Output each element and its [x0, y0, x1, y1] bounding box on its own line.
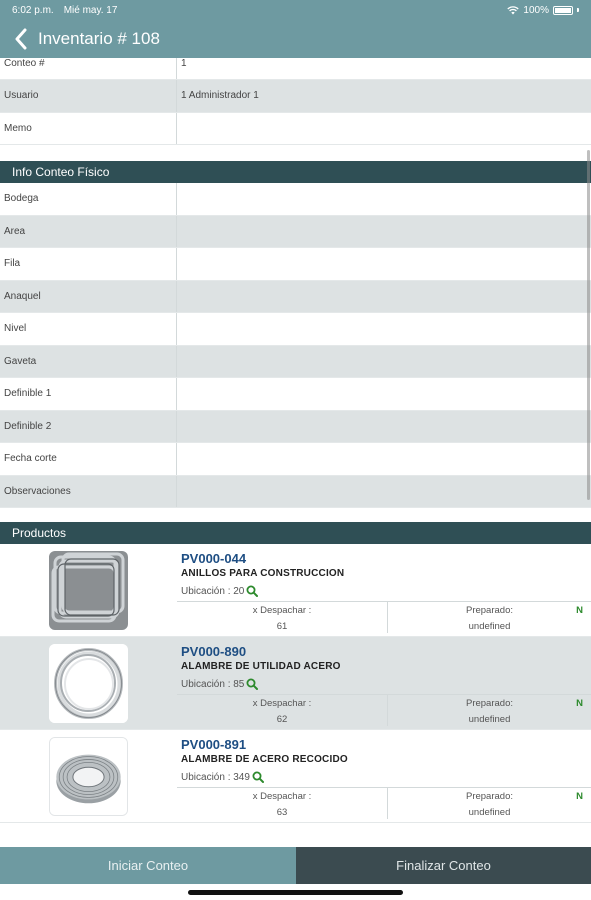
footer-actions: Iniciar Conteo Finalizar Conteo [0, 847, 591, 884]
field-value[interactable] [177, 113, 591, 145]
field-row-area[interactable]: Area [0, 215, 591, 248]
annealed-wire-roll-image [50, 737, 127, 815]
product-name: ALAMBRE DE ACERO RECOCIDO [181, 754, 348, 765]
product-location: Ubicación : 349 [181, 771, 250, 783]
field-row-memo[interactable]: Memo [0, 112, 591, 145]
form-content[interactable]: Conteo # 1 Usuario 1 Administrador 1 Mem… [0, 58, 591, 847]
product-code: PV000-891 [181, 737, 247, 752]
field-label: Area [0, 215, 177, 247]
product-image-rebar-rings [49, 550, 128, 630]
prepared-label: Preparado: [465, 791, 513, 802]
product-code: PV000-890 [181, 644, 247, 659]
chevron-left-icon [15, 28, 27, 50]
field-label: Definible 2 [0, 410, 177, 442]
field-label: Conteo # [0, 58, 177, 79]
status-flag: N [576, 605, 583, 616]
nav-bar: Inventario # 108 [0, 20, 591, 58]
search-icon[interactable] [246, 678, 259, 690]
product-location: Ubicación : 85 [181, 678, 245, 690]
field-label: Observaciones [0, 475, 177, 507]
field-value[interactable]: 1 [177, 58, 591, 79]
product-location: Ubicación : 20 [181, 585, 245, 597]
dispatch-label: x Despachar : [252, 698, 312, 709]
status-bar: 6:02 p.m. Mié may. 17 100% [0, 0, 591, 20]
prepared-value: undefined [468, 714, 511, 725]
product-image-annealed-wire-roll [49, 736, 128, 816]
dispatch-label: x Despachar : [252, 605, 312, 616]
product-row[interactable]: PV000-891 ALAMBRE DE ACERO RECOCIDO Ubic… [0, 730, 591, 823]
field-label: Fecha corte [0, 443, 177, 475]
start-count-button[interactable]: Iniciar Conteo [0, 847, 296, 884]
field-row-observaciones[interactable]: Observaciones [0, 475, 591, 508]
status-time: 6:02 p.m. [12, 4, 54, 16]
search-icon[interactable] [252, 771, 264, 783]
field-value[interactable] [177, 378, 591, 410]
status-flag: N [576, 791, 583, 802]
field-value[interactable] [177, 183, 591, 215]
dispatch-value: 61 [276, 621, 288, 632]
field-row-usuario[interactable]: Usuario 1 Administrador 1 [0, 80, 591, 113]
finish-count-button[interactable]: Finalizar Conteo [296, 847, 591, 884]
field-row-anaquel[interactable]: Anaquel [0, 280, 591, 313]
field-value[interactable] [177, 346, 591, 378]
field-value[interactable]: 1 Administrador 1 [177, 80, 591, 112]
product-code: PV000-044 [181, 551, 247, 566]
field-row-definible-2[interactable]: Definible 2 [0, 410, 591, 443]
back-button[interactable] [10, 26, 32, 52]
field-row-nivel[interactable]: Nivel [0, 313, 591, 346]
prepared-value: undefined [468, 807, 511, 818]
prepared-value: undefined [468, 621, 511, 632]
section-header-info: Info Conteo Físico [0, 161, 591, 183]
status-date: Mié may. 17 [63, 4, 118, 16]
status-flag: N [576, 698, 583, 709]
field-label: Gaveta [0, 345, 177, 377]
prepared-label: Preparado: [465, 698, 513, 709]
field-row-definible-1[interactable]: Definible 1 [0, 378, 591, 411]
wifi-icon [507, 5, 520, 14]
home-indicator[interactable] [188, 890, 403, 895]
field-label: Definible 1 [0, 378, 177, 410]
dispatch-label: x Despachar : [252, 791, 312, 802]
field-value[interactable] [177, 313, 591, 345]
dispatch-value: 62 [276, 714, 288, 725]
page-title: Inventario # 108 [38, 29, 160, 48]
field-value[interactable] [177, 248, 591, 280]
field-value[interactable] [177, 411, 591, 443]
wire-coil-image [49, 643, 128, 723]
field-row-conteo[interactable]: Conteo # 1 [0, 58, 591, 80]
field-value[interactable] [177, 281, 591, 313]
battery-percent: 100% [523, 4, 549, 16]
field-row-fila[interactable]: Fila [0, 248, 591, 281]
product-image-wire-coil [49, 643, 128, 723]
product-name: ALAMBRE DE UTILIDAD ACERO [181, 661, 341, 672]
field-label: Usuario [0, 80, 177, 112]
dispatch-value: 63 [276, 807, 288, 818]
field-label: Nivel [0, 313, 177, 345]
field-row-fecha-corte[interactable]: Fecha corte [0, 443, 591, 476]
field-label: Fila [0, 248, 177, 280]
product-row[interactable]: PV000-044 ANILLOS PARA CONSTRUCCION Ubic… [0, 544, 591, 637]
field-label: Anaquel [0, 280, 177, 312]
field-row-gaveta[interactable]: Gaveta [0, 345, 591, 378]
battery-icon [553, 5, 573, 15]
search-icon[interactable] [246, 585, 259, 597]
product-name: ANILLOS PARA CONSTRUCCION [181, 568, 345, 579]
scroll-indicator[interactable] [587, 150, 590, 500]
field-row-bodega[interactable]: Bodega [0, 183, 591, 216]
field-value[interactable] [177, 443, 591, 475]
field-value[interactable] [177, 476, 591, 508]
status-right: 100% [507, 5, 579, 16]
field-value[interactable] [177, 216, 591, 248]
rebar-rings-image [49, 550, 128, 630]
section-header-productos: Productos [0, 522, 591, 544]
field-label: Bodega [0, 183, 177, 215]
field-label: Memo [0, 112, 177, 144]
prepared-label: Preparado: [465, 605, 513, 616]
product-row[interactable]: PV000-890 ALAMBRE DE UTILIDAD ACERO Ubic… [0, 637, 591, 730]
